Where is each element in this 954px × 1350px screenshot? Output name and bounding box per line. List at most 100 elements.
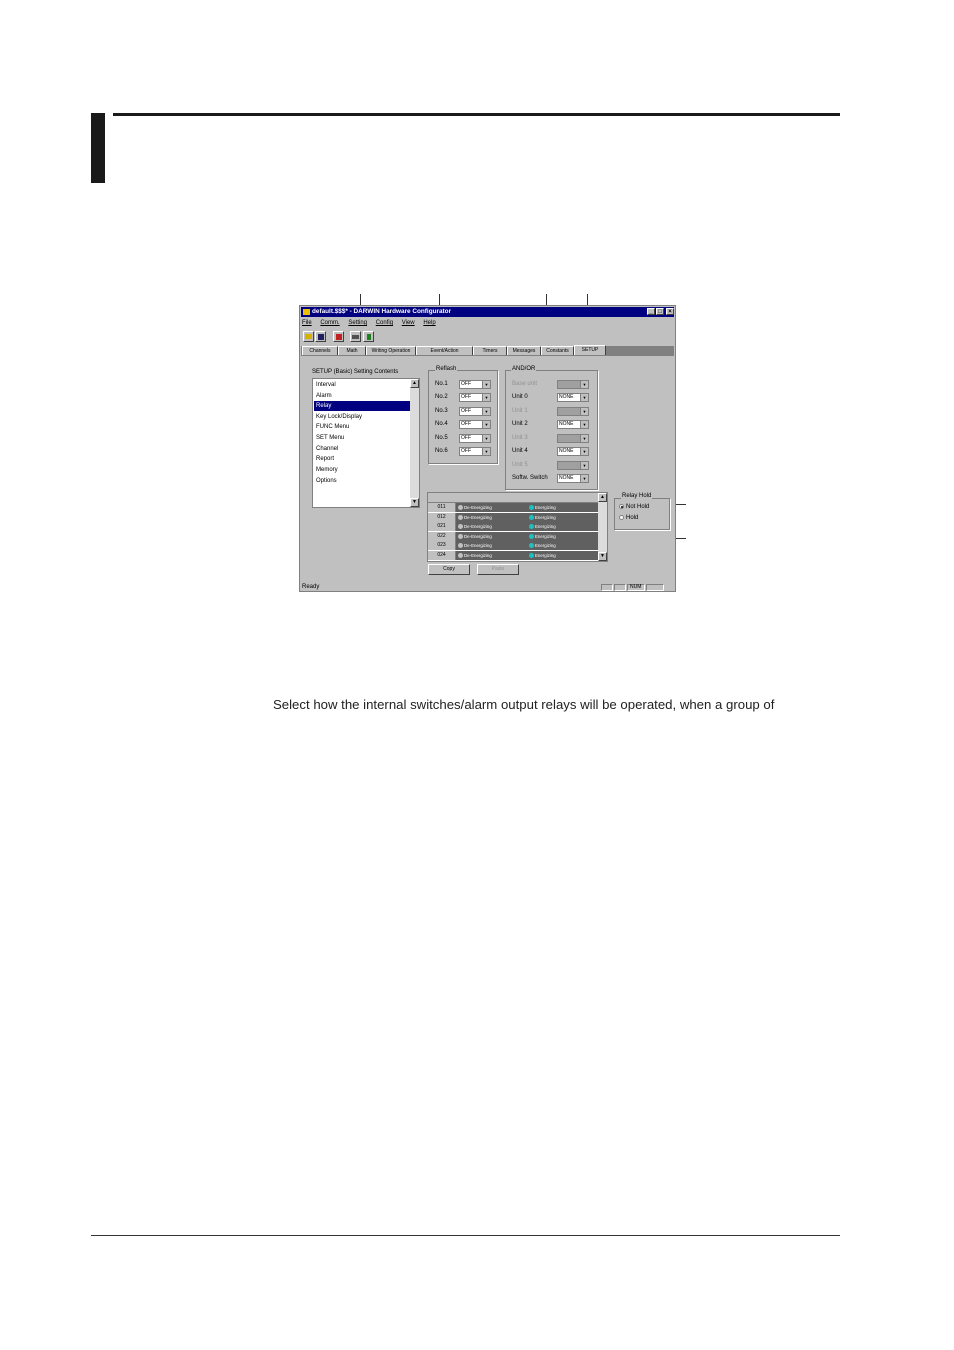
relay-state-cell[interactable]: De-Energizing Energizing <box>456 503 599 512</box>
table-row[interactable]: 024 De-Energizing Energizing <box>428 550 599 561</box>
setup-contents-list[interactable]: Interval Alarm Relay Key Lock/Display FU… <box>312 378 420 508</box>
list-item[interactable]: Key Lock/Display <box>314 412 410 422</box>
radio-icon <box>619 515 624 520</box>
relay-state-cell[interactable]: De-Energizing Energizing <box>456 531 599 541</box>
reflash-combo-5[interactable]: OFF ▼ <box>459 434 491 443</box>
andor-label-base-unit: Base unit <box>512 381 538 387</box>
menu-file[interactable]: File <box>302 319 312 328</box>
andor-combo-unit-4[interactable]: NONE ▼ <box>557 447 589 456</box>
tab-event-action[interactable]: Event/Action <box>416 346 473 355</box>
app-icon <box>303 309 310 315</box>
open-icon[interactable] <box>303 331 314 342</box>
menu-comm[interactable]: Comm. <box>320 319 339 328</box>
close-button[interactable]: × <box>666 308 674 315</box>
andor-combo-softw-switch[interactable]: NONE ▼ <box>557 474 589 483</box>
radio-on-icon <box>529 514 534 520</box>
relay-hold-title: Relay Hold <box>621 493 653 499</box>
radio-on-icon <box>529 552 534 558</box>
setup-contents-label: SETUP (Basic) Setting Contents <box>312 369 399 375</box>
reflash-label-5: No.5 <box>435 435 448 441</box>
radio-off-icon <box>458 505 463 511</box>
window-title: default.$$$* - DARWIN Hardware Configura… <box>312 308 452 315</box>
reflash-combo-4[interactable]: OFF ▼ <box>459 420 491 429</box>
reflash-combo-3[interactable]: OFF ▼ <box>459 407 491 416</box>
minimize-button[interactable]: _ <box>647 308 655 315</box>
chevron-down-icon: ▼ <box>482 394 490 401</box>
chevron-down-icon: ▼ <box>580 421 588 428</box>
relay-state-cell[interactable]: De-Energizing Energizing <box>456 512 599 522</box>
relay-state-cell[interactable]: De-Energizing Energizing <box>456 550 599 560</box>
reflash-label-4: No.4 <box>435 421 448 427</box>
tab-timers[interactable]: Timers <box>473 346 507 355</box>
tab-constants[interactable]: Constants <box>541 346 574 355</box>
help-icon[interactable] <box>363 331 374 342</box>
status-num: NUM <box>627 584 645 591</box>
scroll-down-icon[interactable]: ▼ <box>598 552 607 561</box>
paste-button[interactable]: Paste <box>477 564 519 575</box>
delete-icon[interactable] <box>333 331 344 342</box>
scroll-up-icon[interactable]: ▲ <box>598 493 607 502</box>
relay-state-cell[interactable]: De-Energizing Energizing <box>456 541 599 550</box>
list-scrollbar[interactable]: ▲ ▼ <box>410 379 419 507</box>
list-item[interactable]: Relay <box>314 401 410 411</box>
tab-writing-operation[interactable]: Writing Operation <box>366 346 416 355</box>
list-item[interactable]: Alarm <box>314 391 410 401</box>
list-item[interactable]: Report <box>314 454 410 464</box>
chapter-marker-bar <box>91 113 105 183</box>
menu-config[interactable]: Config <box>376 319 393 328</box>
andor-combo-unit-2[interactable]: NONE ▼ <box>557 420 589 429</box>
menu-help[interactable]: Help <box>423 319 435 328</box>
relay-id: 012 <box>428 512 456 522</box>
radio-on-icon <box>529 543 534 549</box>
relay-state-cell[interactable]: De-Energizing Energizing <box>456 522 599 531</box>
grid-header <box>428 493 599 503</box>
list-item[interactable]: SET Menu <box>314 433 410 443</box>
list-item[interactable]: Channel <box>314 444 410 454</box>
radio-off-icon <box>458 543 463 549</box>
grid-scrollbar[interactable]: ▲ ▼ <box>598 493 607 561</box>
list-item[interactable]: Interval <box>314 380 410 390</box>
menu-setting[interactable]: Setting <box>348 319 367 328</box>
radio-on-icon <box>529 524 534 530</box>
reflash-combo-6[interactable]: OFF ▼ <box>459 447 491 456</box>
table-row[interactable]: 021 De-Energizing Energizing <box>428 522 599 532</box>
list-item[interactable]: FUNC Menu <box>314 422 410 432</box>
scroll-down-icon[interactable]: ▼ <box>410 498 419 507</box>
tab-setup[interactable]: SETUP <box>574 345 606 355</box>
status-pane-2 <box>614 584 626 591</box>
table-row[interactable]: 012 De-Energizing Energizing <box>428 512 599 523</box>
status-text: Ready <box>302 584 320 590</box>
reflash-combo-1[interactable]: OFF ▼ <box>459 380 491 389</box>
maximize-button[interactable]: □ <box>656 308 664 315</box>
andor-label-unit-4: Unit 4 <box>512 448 528 454</box>
tab-messages[interactable]: Messages <box>507 346 541 355</box>
reflash-title: Reflash <box>435 366 458 372</box>
table-row[interactable]: 022 De-Energizing Energizing <box>428 531 599 542</box>
reflash-label-2: No.2 <box>435 394 448 400</box>
copy-button[interactable]: Copy <box>428 564 470 575</box>
relay-hold-hold[interactable]: Hold <box>619 515 638 521</box>
setup-panel: SETUP (Basic) Setting Contents Interval … <box>301 356 674 582</box>
radio-off-icon <box>458 552 463 558</box>
reflash-label-3: No.3 <box>435 408 448 414</box>
print-icon[interactable] <box>350 331 361 342</box>
table-row[interactable]: 023 De-Energizing Energizing <box>428 541 599 551</box>
save-icon[interactable] <box>315 331 326 342</box>
chevron-down-icon: ▼ <box>580 475 588 482</box>
header-rule <box>113 113 840 116</box>
list-item[interactable]: Options <box>314 476 410 486</box>
tab-channels[interactable]: Channels <box>302 346 338 355</box>
andor-label-unit-2: Unit 2 <box>512 421 528 427</box>
list-item[interactable]: Memory <box>314 465 410 475</box>
scroll-up-icon[interactable]: ▲ <box>410 379 419 388</box>
andor-combo-unit-0[interactable]: NONE ▼ <box>557 393 589 402</box>
relay-id: 024 <box>428 550 456 560</box>
andor-combo-base-unit: ▼ <box>557 380 589 389</box>
relay-hold-not-hold[interactable]: Not Hold <box>619 504 649 510</box>
andor-combo-unit-5: ▼ <box>557 461 589 470</box>
menu-view[interactable]: View <box>402 319 415 328</box>
table-row[interactable]: 011 De-Energizing Energizing <box>428 503 599 513</box>
reflash-combo-2[interactable]: OFF ▼ <box>459 393 491 402</box>
tab-math[interactable]: Math <box>338 346 366 355</box>
relay-id: 023 <box>428 541 456 550</box>
